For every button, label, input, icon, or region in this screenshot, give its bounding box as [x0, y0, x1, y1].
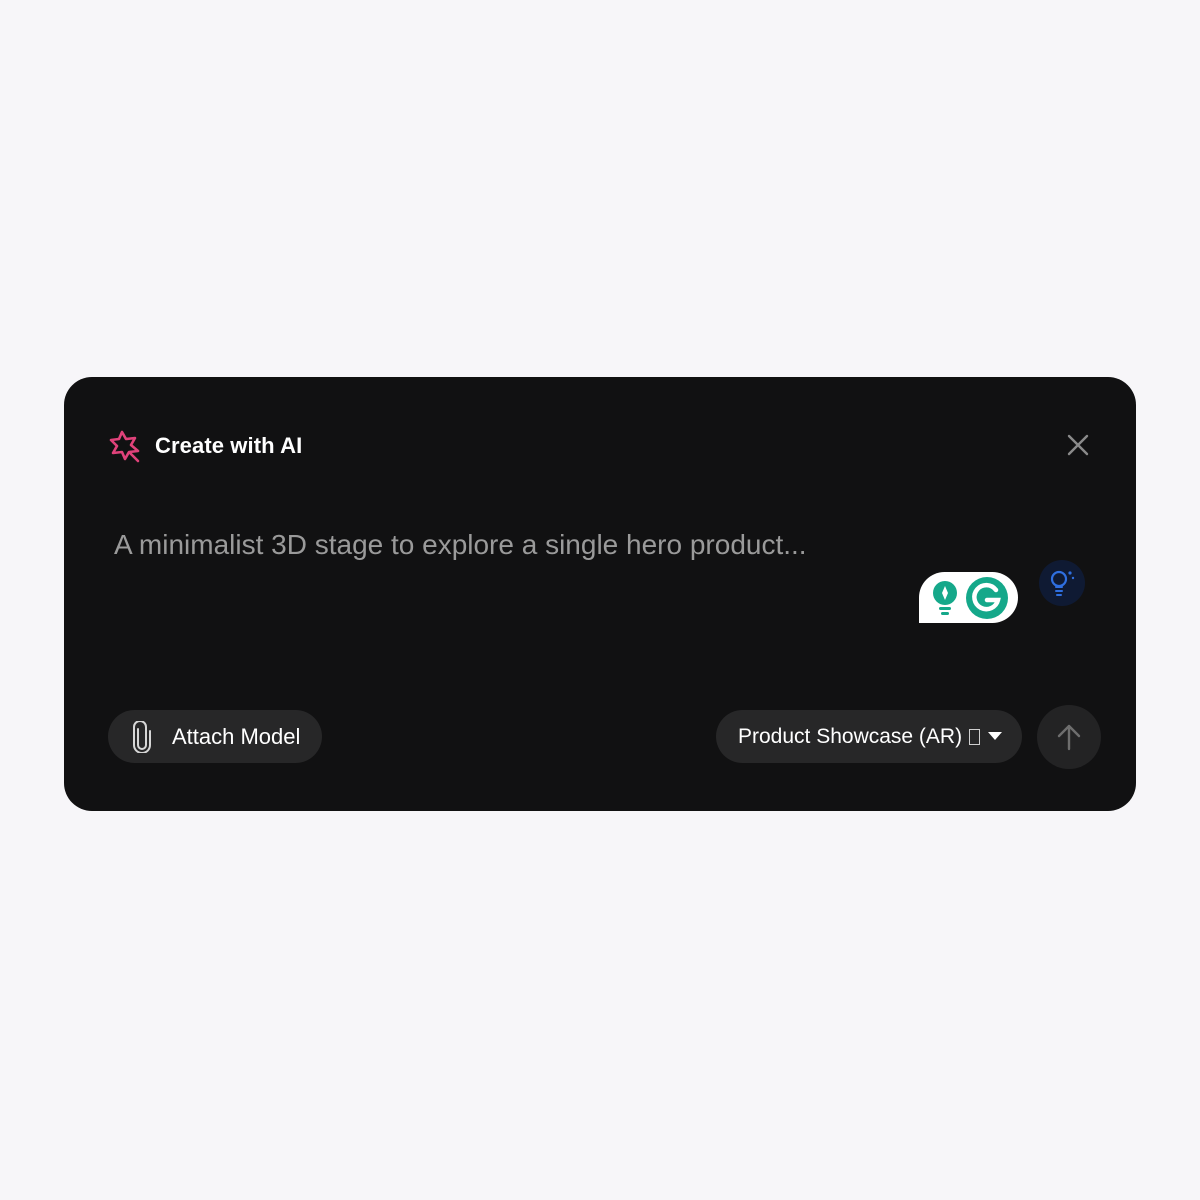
grammarly-g-icon — [966, 576, 1008, 619]
mode-label: Product Showcase (AR) — [738, 724, 963, 748]
prompt-input[interactable] — [114, 525, 934, 565]
close-button[interactable] — [1064, 431, 1092, 459]
lightbulb-icon — [1050, 570, 1075, 596]
arrow-up-icon — [1057, 724, 1081, 751]
send-button[interactable] — [1037, 705, 1101, 769]
paperclip-icon — [133, 720, 151, 753]
dropdown-caret-icon — [988, 732, 1002, 740]
attach-model-button[interactable]: Attach Model — [108, 710, 323, 763]
create-with-ai-dialog: Create with AI Attach Model — [64, 377, 1136, 811]
grammarly-suggestion-icon — [933, 580, 957, 615]
attach-model-label: Attach Model — [172, 723, 301, 749]
mode-label-wrap: Product Showcase (AR) — [738, 724, 981, 749]
dialog-header: Create with AI — [108, 429, 302, 463]
sparkle-icon — [109, 430, 140, 463]
mode-select[interactable]: Product Showcase (AR) — [716, 710, 1022, 763]
lightbulb-button[interactable] — [1039, 560, 1085, 606]
unknown-glyph-icon — [969, 728, 981, 745]
dialog-title: Create with AI — [155, 433, 303, 458]
close-icon — [1067, 434, 1089, 456]
grammarly-widget[interactable] — [919, 572, 1018, 623]
